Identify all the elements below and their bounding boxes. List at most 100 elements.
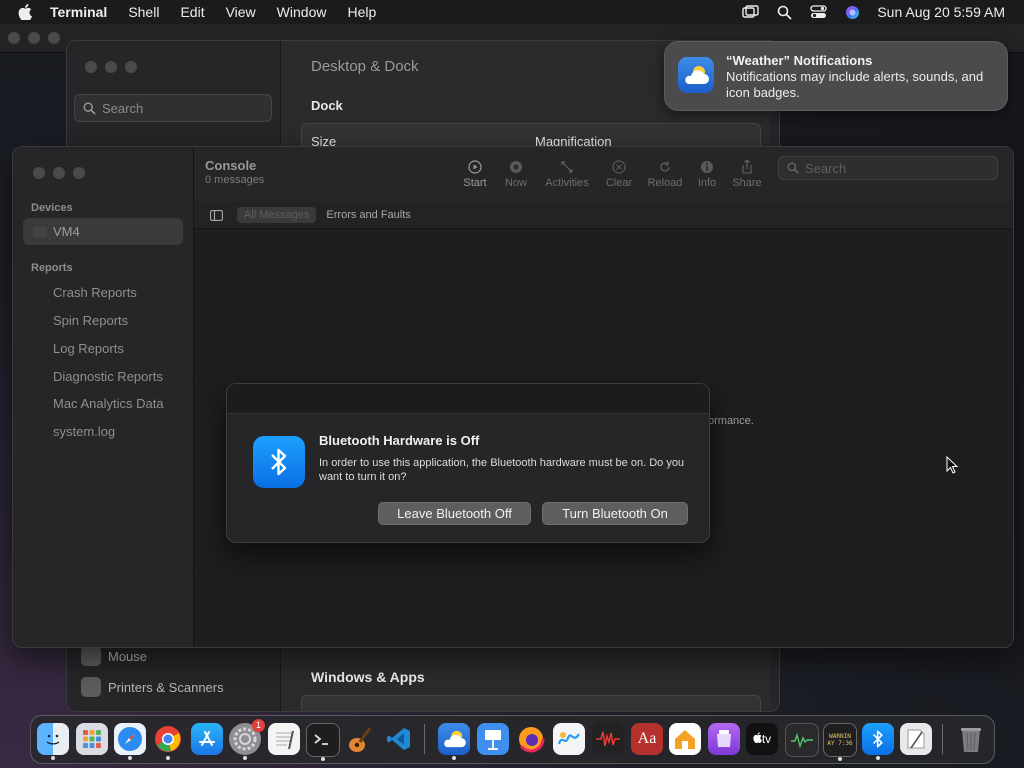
tv-label: tv [761,732,772,746]
menu-view[interactable]: View [226,4,256,20]
textedit-icon[interactable] [268,723,300,755]
menu-shell[interactable]: Shell [128,4,159,20]
activities-icon [542,157,592,177]
vscode-icon[interactable] [383,723,415,755]
window-close-button[interactable] [8,32,20,44]
console-sidebar: Devices VM4 Reports Crash Reports Spin R… [13,147,194,647]
running-indicator [876,756,880,760]
spotlight-search-icon[interactable] [775,4,793,20]
screen-mirroring-icon[interactable] [741,4,759,20]
freeform-icon[interactable] [553,723,585,755]
console-background-text: ormance. [708,415,754,427]
weather-icon[interactable] [438,723,470,760]
siri-icon[interactable] [843,4,861,20]
leave-bluetooth-off-button[interactable]: Leave Bluetooth Off [378,502,531,525]
weather-app-icon [678,57,714,93]
terminal-icon[interactable] [306,723,340,761]
activities-button[interactable]: Activities [542,157,592,189]
mouse-icon [81,646,101,666]
now-button[interactable]: Now [491,157,541,189]
apple-icon[interactable] [18,4,36,20]
menu-help[interactable]: Help [347,4,376,20]
clear-button[interactable]: Clear [594,157,644,189]
report-crash-reports[interactable]: Crash Reports [53,285,137,300]
sidebar-toggle-icon[interactable] [210,209,223,221]
running-indicator [128,756,132,760]
apple-tv-icon[interactable]: tv [746,723,778,755]
firefox-icon[interactable] [515,723,547,755]
menu-edit[interactable]: Edit [180,4,204,20]
report-system-log[interactable]: system.log [53,424,115,439]
chrome-icon[interactable] [152,723,184,760]
menu-window[interactable]: Window [277,4,327,20]
home-icon[interactable] [669,723,701,755]
notification-body: Notifications may include alerts, sounds… [726,69,984,100]
running-indicator [166,756,170,760]
settings-minimize-button[interactable] [105,61,117,73]
activity-monitor-icon[interactable] [785,723,819,757]
menu-clock[interactable]: Sun Aug 20 5:59 AM [877,4,1005,20]
dock: 1 Aa tv WARNIN AY 7:36 [30,715,995,764]
filter-all-messages[interactable]: All Messages [237,207,317,223]
menu-app-name[interactable]: Terminal [50,4,107,20]
computer-icon [33,226,47,237]
alert-title: Bluetooth Hardware is Off [319,433,480,448]
system-settings-icon[interactable]: 1 [229,719,265,760]
device-label: VM4 [53,224,80,239]
search-icon [83,101,96,115]
running-indicator [452,756,456,760]
report-log-reports[interactable]: Log Reports [53,341,124,356]
settings-search-placeholder: Search [102,100,144,116]
window-minimize-button[interactable] [28,32,40,44]
report-diagnostic-reports[interactable]: Diagnostic Reports [53,369,163,384]
notification-badge: 1 [252,719,265,732]
windows-apps-heading: Windows & Apps [311,669,425,685]
dock-section-heading: Dock [311,98,343,113]
trash-icon[interactable] [955,723,987,755]
console-search-placeholder: Search [805,160,847,176]
settings-close-button[interactable] [85,61,97,73]
running-indicator [838,757,842,761]
dock-separator [942,724,943,754]
share-button[interactable]: Share [722,157,772,189]
filter-errors-faults[interactable]: Errors and Faults [326,209,410,221]
settings-zoom-button[interactable] [125,61,137,73]
dictionary-icon[interactable]: Aa [631,723,663,755]
sidebar-item-printers-scanners[interactable]: Printers & Scanners [81,677,224,697]
share-label: Share [732,177,762,189]
windows-apps-group [301,695,761,711]
alert-message: In order to use this application, the Bl… [319,457,685,483]
share-icon [722,157,772,177]
control-center-icon[interactable] [809,4,827,20]
sidebar-item-mouse[interactable]: Mouse [81,646,147,666]
keynote-icon[interactable] [477,723,509,755]
console-minimize-button[interactable] [53,167,65,179]
settings-search-field[interactable]: Search [74,94,272,122]
mouse-pointer-icon [946,455,959,479]
sidebar-item-label: Printers & Scanners [108,679,224,695]
launchpad-icon[interactable] [76,723,108,755]
window-zoom-button[interactable] [48,32,60,44]
device-vm4[interactable]: VM4 [23,218,183,245]
garageband-icon[interactable] [344,723,376,755]
voice-memos-icon[interactable] [592,723,624,755]
console-zoom-button[interactable] [73,167,85,179]
report-mac-analytics-data[interactable]: Mac Analytics Data [53,396,164,411]
app-store-icon[interactable] [191,723,223,755]
console-close-button[interactable] [33,167,45,179]
bluetooth-icon[interactable] [862,723,894,760]
console-icon-line-1: WARNIN [829,733,851,740]
console-search-field[interactable]: Search [778,156,998,180]
weather-notification[interactable]: “Weather” Notifications Notifications ma… [664,41,1008,111]
apple-icon [753,732,762,746]
safari-icon[interactable] [114,723,146,760]
console-icon-line-2: AY 7:36 [827,740,853,747]
console-icon[interactable]: WARNIN AY 7:36 [823,723,857,761]
script-editor-icon[interactable] [900,723,932,755]
now-icon [491,157,541,177]
settings-page-title: Desktop & Dock [311,58,419,75]
podcasts-icon[interactable] [708,723,740,755]
report-spin-reports[interactable]: Spin Reports [53,313,128,328]
finder-icon[interactable] [37,723,69,760]
turn-bluetooth-on-button[interactable]: Turn Bluetooth On [542,502,688,525]
